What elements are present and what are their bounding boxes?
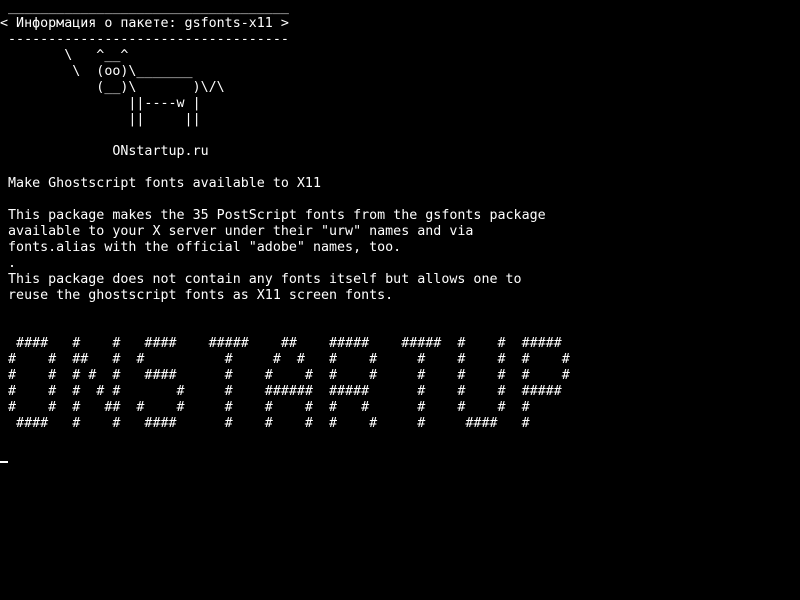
cow-line: \ ^__^ [0, 48, 129, 63]
description-line: This package does not contain any fonts … [0, 272, 522, 287]
cow-line: || || [0, 112, 201, 127]
speech-bubble-text: < Информация о пакете: gsfonts-x11 > [0, 16, 289, 31]
banner-line: # # # ## # # # # # # # # # # # [0, 400, 530, 415]
text-cursor [0, 461, 8, 463]
speech-bubble-bottom-border: ----------------------------------- [0, 32, 289, 47]
cow-line: \ (oo)\_______ [0, 64, 193, 79]
terminal-screen[interactable]: ___________________________________ < Ин… [0, 0, 800, 600]
banner-line: # # # # # # # ###### ##### # # # ##### [0, 384, 562, 399]
description-line: This package makes the 35 PostScript fon… [0, 208, 546, 223]
description-line: . [0, 256, 17, 271]
site-name: ONstartup.ru [0, 144, 209, 159]
description-line: fonts.alias with the official "adobe" na… [0, 240, 402, 255]
banner-line: #### # # #### ##### ## ##### ##### # # #… [0, 336, 562, 351]
cow-line: (__)\ )\/\ [0, 80, 225, 95]
banner-line: # # ## # # # # # # # # # # # # [0, 352, 570, 367]
description-line: reuse the ghostscript fonts as X11 scree… [0, 288, 394, 303]
cow-line: ||----w | [0, 96, 201, 111]
speech-bubble-top-border: ___________________________________ [0, 0, 289, 15]
package-summary: Make Ghostscript fonts available to X11 [0, 176, 321, 191]
description-line: available to your X server under their "… [0, 224, 474, 239]
banner-line: #### # # #### # # # # # # #### # [0, 416, 530, 431]
banner-line: # # # # # #### # # # # # # # # # # [0, 368, 570, 383]
